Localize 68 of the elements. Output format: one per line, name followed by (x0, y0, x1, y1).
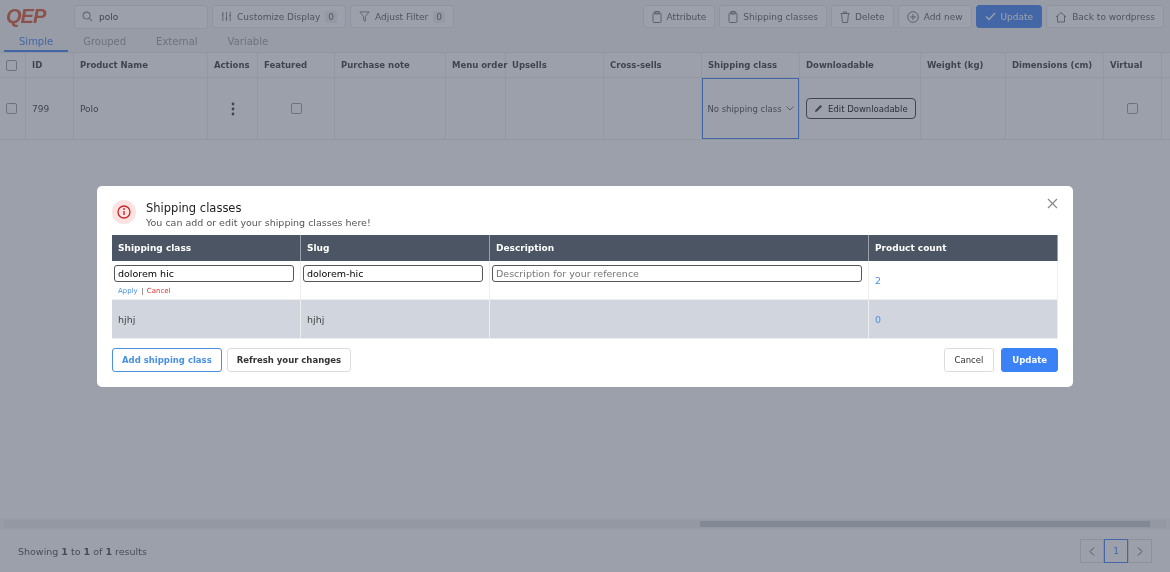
clipboard-icon (728, 10, 739, 23)
dialog-title: Shipping classes (146, 201, 243, 215)
update-button[interactable]: Update (1001, 348, 1058, 372)
close-icon[interactable] (1047, 198, 1058, 209)
toolbar-button[interactable]: Back to wordpress (1046, 5, 1164, 28)
column-header: Description (496, 243, 555, 253)
search-field[interactable]: polo (74, 4, 208, 29)
toolbar-button[interactable]: Attribute (642, 5, 716, 28)
pencil-icon (814, 104, 823, 113)
product-count-link[interactable]: 0 (875, 313, 882, 325)
page-button[interactable]: 1 (1104, 539, 1128, 563)
chevron-right-icon (1137, 546, 1143, 556)
more-icon[interactable] (230, 101, 235, 116)
checkbox[interactable] (290, 103, 302, 114)
results-summary: Showing 1 to 1 of 1 results (18, 545, 147, 557)
table-cell: hjhj (307, 313, 325, 325)
product-count-link[interactable]: 2 (875, 274, 882, 286)
toolbar-button[interactable]: Customize Display 0 (212, 5, 346, 28)
column-header: Dimensions (cm) (1012, 60, 1093, 70)
edit-downloadable-button[interactable]: Edit Downloadable (806, 98, 916, 119)
column-header: ID (32, 60, 43, 70)
column-header: Weight (kg) (927, 60, 984, 70)
column-header: Slug (307, 243, 330, 253)
logo: QEP (6, 5, 47, 28)
dialog-button[interactable]: Refresh your changes (226, 348, 352, 372)
toolbar-button[interactable]: Update (975, 5, 1043, 28)
dialog-button[interactable]: Add shipping class (112, 348, 222, 372)
checkbox[interactable] (1127, 103, 1138, 114)
toolbar-button[interactable]: Shipping classes (719, 5, 828, 28)
toolbar-button[interactable]: Add new (897, 5, 972, 28)
column-header: Actions (214, 60, 250, 70)
dialog-subtitle: You can add or edit your shipping classes here! (146, 217, 371, 228)
search-icon (82, 10, 93, 22)
chevron-left-icon (1089, 546, 1095, 556)
column-header: Featured (264, 60, 308, 70)
toolbar-button[interactable]: Adjust Filter 0 (350, 5, 455, 28)
table-cell: hjhj (118, 313, 136, 325)
slug-field[interactable]: dolorem-hic (303, 265, 483, 282)
column-header: Product Name (80, 60, 148, 70)
description-field[interactable]: Description for your reference (492, 265, 862, 282)
column-header: Upsells (512, 60, 547, 70)
info-icon (112, 200, 136, 224)
sliders-icon (221, 11, 232, 22)
previous-page-button[interactable] (1080, 539, 1104, 563)
clipboard-icon (651, 10, 662, 23)
table-cell: 799 (32, 103, 50, 114)
trash-icon (840, 10, 851, 23)
plus-circle-icon (906, 10, 919, 23)
checkbox[interactable] (6, 59, 17, 71)
cancel-button[interactable]: Cancel (943, 348, 995, 372)
chevron-down-icon (785, 106, 794, 111)
filter-icon (359, 11, 370, 22)
shipping-class-select[interactable]: No shipping class (702, 78, 799, 139)
column-header: Cross-sells (610, 60, 662, 70)
toolbar-button[interactable]: Delete (831, 5, 894, 28)
table-cell: Polo (80, 103, 99, 114)
next-page-button[interactable] (1128, 539, 1152, 563)
column-header: Menu order (452, 60, 508, 70)
column-header: Downloadable (806, 60, 874, 70)
column-header: Product count (875, 243, 947, 253)
column-header: Shipping class (118, 243, 192, 253)
check-icon (984, 12, 996, 21)
column-header: Shipping class (708, 60, 778, 70)
shipping-class-field[interactable]: dolorem hic (114, 265, 294, 282)
column-header: Virtual (1110, 60, 1143, 70)
checkbox[interactable] (6, 103, 17, 114)
column-header: Purchase note (341, 60, 410, 70)
home-icon (1055, 10, 1068, 23)
